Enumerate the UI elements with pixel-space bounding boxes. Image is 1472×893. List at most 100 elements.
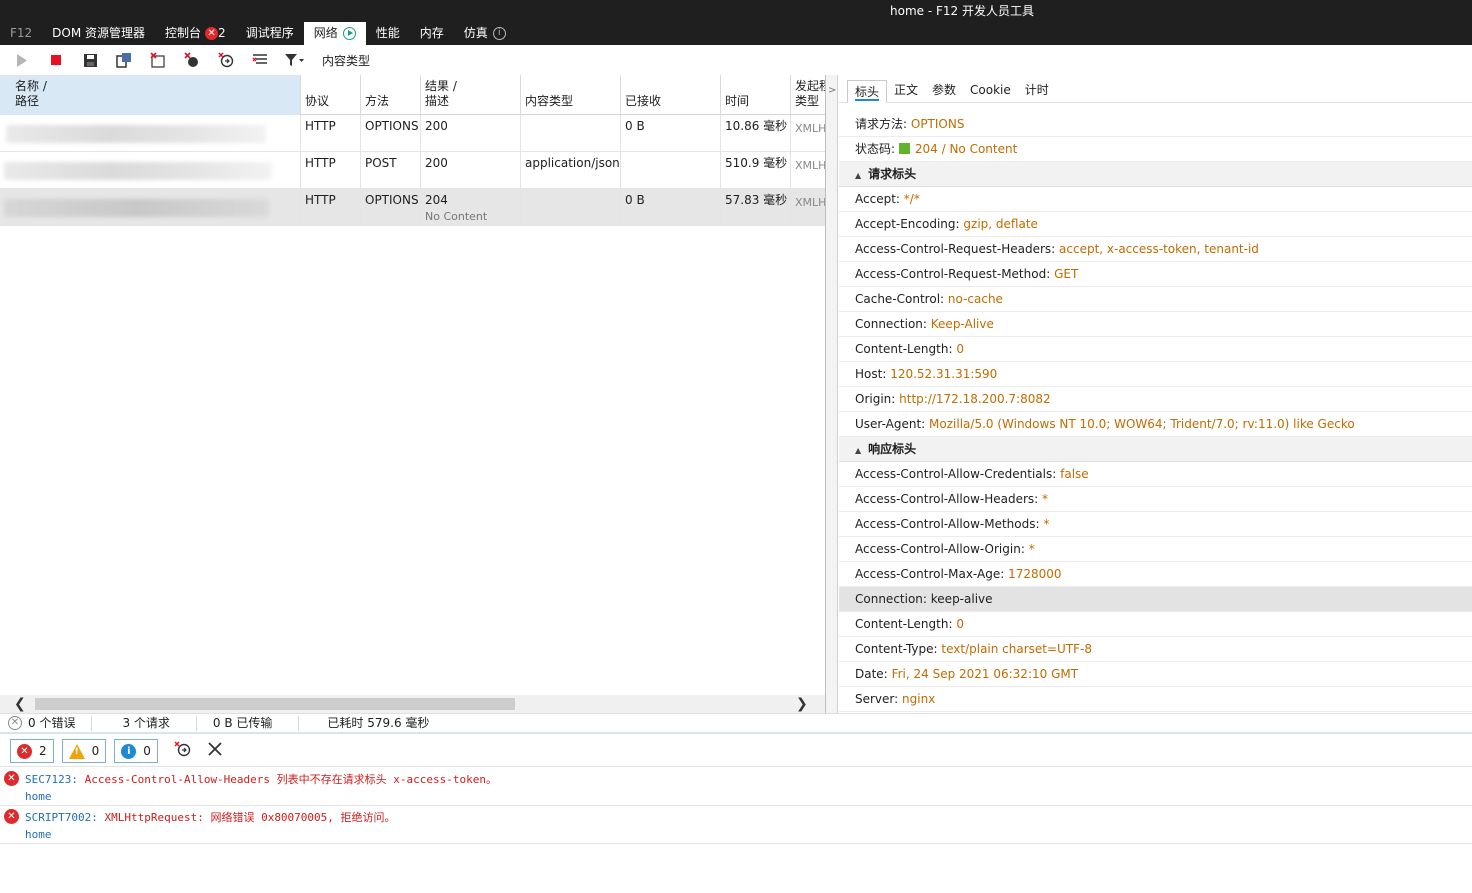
cell-received: 0 B [621,189,721,225]
table-row-selected[interactable]: HTTP OPTIONS 204 No Content 0 B 57.83 毫秒… [0,189,825,226]
column-description-label: 描述 [425,94,450,108]
pane-splitter[interactable]: > [826,75,838,713]
request-method-row: 请求方法: OPTIONS [839,112,1472,137]
filter-icon[interactable] [282,48,308,72]
status-requests: 3 个请求 [92,715,197,731]
column-time[interactable]: 时间 [721,75,791,115]
menu-dom-explorer[interactable]: DOM 资源管理器 [42,22,155,45]
always-refresh-icon[interactable] [214,48,238,72]
clear-cookies-icon[interactable] [180,48,204,72]
menu-console-label: 控制台 [165,26,202,40]
main-menu: F12 DOM 资源管理器 控制台 ✕ 2 调试程序 网络 性能 内存 仿真 i [0,22,516,45]
console-source-link[interactable]: home [25,828,52,841]
console-message[interactable]: ✕ SEC7123: Access-Control-Allow-Headers … [0,768,1472,806]
cell-content-type [521,189,621,225]
request-headers-section[interactable]: ▲ 请求标头 [839,162,1472,187]
tab-timings[interactable]: 计时 [1018,79,1056,102]
menu-memory[interactable]: 内存 [410,22,454,45]
header-name: Access-Control-Allow-Methods: [855,517,1040,531]
cell-protocol: HTTP [301,152,361,188]
response-headers-section[interactable]: ▲ 响应标头 [839,437,1472,462]
header-value: Mozilla/5.0 (Windows NT 10.0; WOW64; Tri… [929,417,1355,431]
column-method[interactable]: 方法 [361,75,421,115]
column-received[interactable]: 已接收 [621,75,721,115]
column-content-type-label: 内容类型 [525,94,574,108]
play-icon[interactable] [10,48,34,72]
request-details-pane: 标头 正文 参数 Cookie 计时 请求方法: OPTIONS 状态码: 20… [839,75,1472,713]
console-source-link[interactable]: home [25,790,52,803]
clear-entries-icon[interactable] [146,48,170,72]
header-name: Access-Control-Request-Headers: [855,242,1056,256]
request-header-row: Access-Control-Request-Headers: accept, … [839,237,1472,262]
filter-errors-button[interactable]: ✕ 2 [10,739,54,763]
header-name: Accept-Encoding: [855,217,960,231]
menu-emulation[interactable]: 仿真 i [454,22,516,45]
header-value: 0 [956,342,964,356]
status-code-row: 状态码: 204 / No Content [839,137,1472,162]
response-header-row: Access-Control-Allow-Methods: * [839,512,1472,537]
collapse-triangle-icon[interactable]: ▲ [855,171,861,180]
response-header-row: Access-Control-Allow-Credentials: false [839,462,1472,487]
error-text: XMLHttpRequest: 网络错误 0x80070005, 拒绝访问。 [104,811,396,824]
table-row[interactable]: HTTP POST 200 application/json 510.9 毫秒 … [0,152,825,189]
horizontal-scrollbar[interactable]: ❮ ❯ [0,695,825,713]
clear-session-icon[interactable] [248,48,272,72]
column-name-path[interactable]: 名称 / 路径 [0,75,301,115]
column-protocol[interactable]: 协议 [301,75,361,115]
console-message-text: SEC7123: Access-Control-Allow-Headers 列表… [25,771,497,787]
scrollbar-thumb[interactable] [35,698,515,710]
tab-headers[interactable]: 标头 [847,80,888,103]
menu-network[interactable]: 网络 [303,22,366,45]
scroll-left-icon[interactable]: ❮ [14,695,32,713]
column-result-description[interactable]: 结果 / 描述 [421,75,521,115]
network-status-bar: ✕ 0 个错误 3 个请求 0 B 已传输 已耗时 579.6 毫秒 [0,713,1472,734]
clear-on-navigate-icon[interactable] [174,741,192,761]
status-errors: 0 个错误 [26,715,93,731]
header-value: 1728000 [1008,567,1062,581]
collapse-pane-icon[interactable]: > [828,85,836,96]
table-row[interactable]: HTTP OPTIONS 200 0 B 10.86 毫秒 XMLH [0,115,826,152]
header-name: Access-Control-Max-Age: [855,567,1005,581]
menu-console[interactable]: 控制台 ✕ 2 [155,22,236,45]
tab-body[interactable]: 正文 [887,79,925,102]
status-code-label: 状态码: [855,142,896,156]
filter-content-type-label[interactable]: 内容类型 [322,52,370,69]
menu-memory-label: 内存 [419,26,444,40]
warning-icon: ! [68,743,85,759]
column-received-label: 已接收 [625,94,662,108]
column-content-type[interactable]: 内容类型 [521,75,621,115]
header-value: 120.52.31.31:590 [890,367,998,381]
request-method-value: OPTIONS [910,117,965,131]
clear-cache-icon[interactable] [112,48,136,72]
menu-debugger[interactable]: 调试程序 [236,22,304,45]
header-value: false [1060,467,1089,481]
header-name: Content-Length: [855,342,953,356]
console-messages: ✕ SEC7123: Access-Control-Allow-Headers … [0,768,1472,844]
filter-info-button[interactable]: i 0 [114,739,158,763]
filter-warnings-button[interactable]: ! 0 [61,739,107,763]
stop-icon[interactable] [44,48,68,72]
cell-initiator: XMLH [795,122,826,135]
column-initiator-type[interactable]: 发起程 类型 [791,75,825,115]
cell-result: 200 [421,152,521,188]
collapse-triangle-icon[interactable]: ▲ [855,446,861,455]
request-header-row: User-Agent: Mozilla/5.0 (Windows NT 10.0… [839,412,1472,437]
request-header-row: Access-Control-Request-Method: GET [839,262,1472,287]
scroll-right-icon[interactable]: ❯ [796,695,814,713]
console-message[interactable]: ✕ SCRIPT7002: XMLHttpRequest: 网络错误 0x800… [0,806,1472,844]
menu-f12[interactable]: F12 [0,22,42,45]
error-icon: ✕ [8,716,22,730]
request-method-label: 请求方法: [855,117,908,131]
save-icon[interactable] [78,48,102,72]
response-header-row: Date: Fri, 24 Sep 2021 06:32:10 GMT [839,662,1472,687]
tab-parameters[interactable]: 参数 [925,79,963,102]
menu-performance[interactable]: 性能 [366,22,410,45]
header-name: Origin: [855,392,896,406]
header-name: Access-Control-Allow-Origin: [855,542,1025,556]
menu-dom-explorer-label: DOM 资源管理器 [52,26,146,40]
header-name: Content-Length: [855,617,953,631]
tab-cookies[interactable]: Cookie [963,79,1018,102]
header-value: Keep-Alive [930,317,994,331]
header-value: * [1028,542,1035,556]
close-icon[interactable] [208,742,222,760]
